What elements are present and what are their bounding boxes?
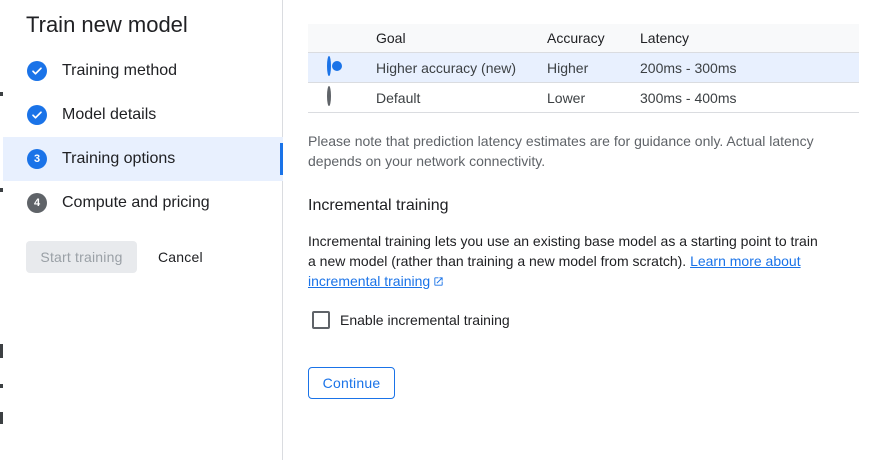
step-compute-and-pricing[interactable]: 4 Compute and pricing [3,181,283,225]
column-header-latency: Latency [640,30,690,46]
step-label: Model details [62,106,157,123]
latency-cell: 300ms - 400ms [640,89,737,106]
cancel-button[interactable]: Cancel [148,241,213,273]
column-header-accuracy: Accuracy [547,30,605,46]
continue-button[interactable]: Continue [308,367,395,399]
table-row[interactable]: Default Lower 300ms - 400ms [308,83,859,113]
stepper-panel: Train new model Training method Model de… [3,0,283,460]
check-icon [27,61,47,81]
goal-radio-default[interactable] [327,86,347,108]
table-header-row: Goal Accuracy Latency [308,24,859,53]
enable-incremental-training-checkbox[interactable] [312,311,330,329]
radio-selected-icon [327,56,331,76]
goal-table: Goal Accuracy Latency Higher accuracy (n… [308,24,859,113]
goal-cell: Default [376,89,421,106]
check-icon [27,105,47,125]
external-link-icon [434,277,443,286]
step-label: Compute and pricing [62,194,210,211]
start-training-button[interactable]: Start training [26,241,137,273]
step-label: Training options [62,150,176,167]
step-training-method[interactable]: Training method [3,49,283,93]
step-model-details[interactable]: Model details [3,93,283,137]
column-header-goal: Goal [376,30,406,46]
accuracy-cell: Higher [547,59,589,76]
accuracy-cell: Lower [547,89,586,106]
incremental-training-title: Incremental training [308,197,449,214]
incremental-training-description: Incremental training lets you use an exi… [308,231,828,291]
dialog-title: Train new model [26,12,188,37]
radio-unselected-icon [327,86,331,106]
active-step-indicator [280,143,283,175]
latency-note: Please note that prediction latency esti… [308,133,814,169]
table-row[interactable]: Higher accuracy (new) Higher 200ms - 300… [308,53,859,83]
checkbox-label: Enable incremental training [340,312,510,328]
goal-radio-higher-accuracy[interactable] [327,56,347,78]
step-number-icon: 3 [27,149,47,169]
step-training-options[interactable]: 3 Training options [3,137,283,181]
enable-incremental-training-row[interactable]: Enable incremental training [312,311,510,329]
step-number-icon: 4 [27,193,47,213]
training-options-content: Goal Accuracy Latency Higher accuracy (n… [284,0,876,460]
step-label: Training method [62,62,178,79]
goal-cell: Higher accuracy (new) [376,59,517,76]
latency-cell: 200ms - 300ms [640,59,737,76]
